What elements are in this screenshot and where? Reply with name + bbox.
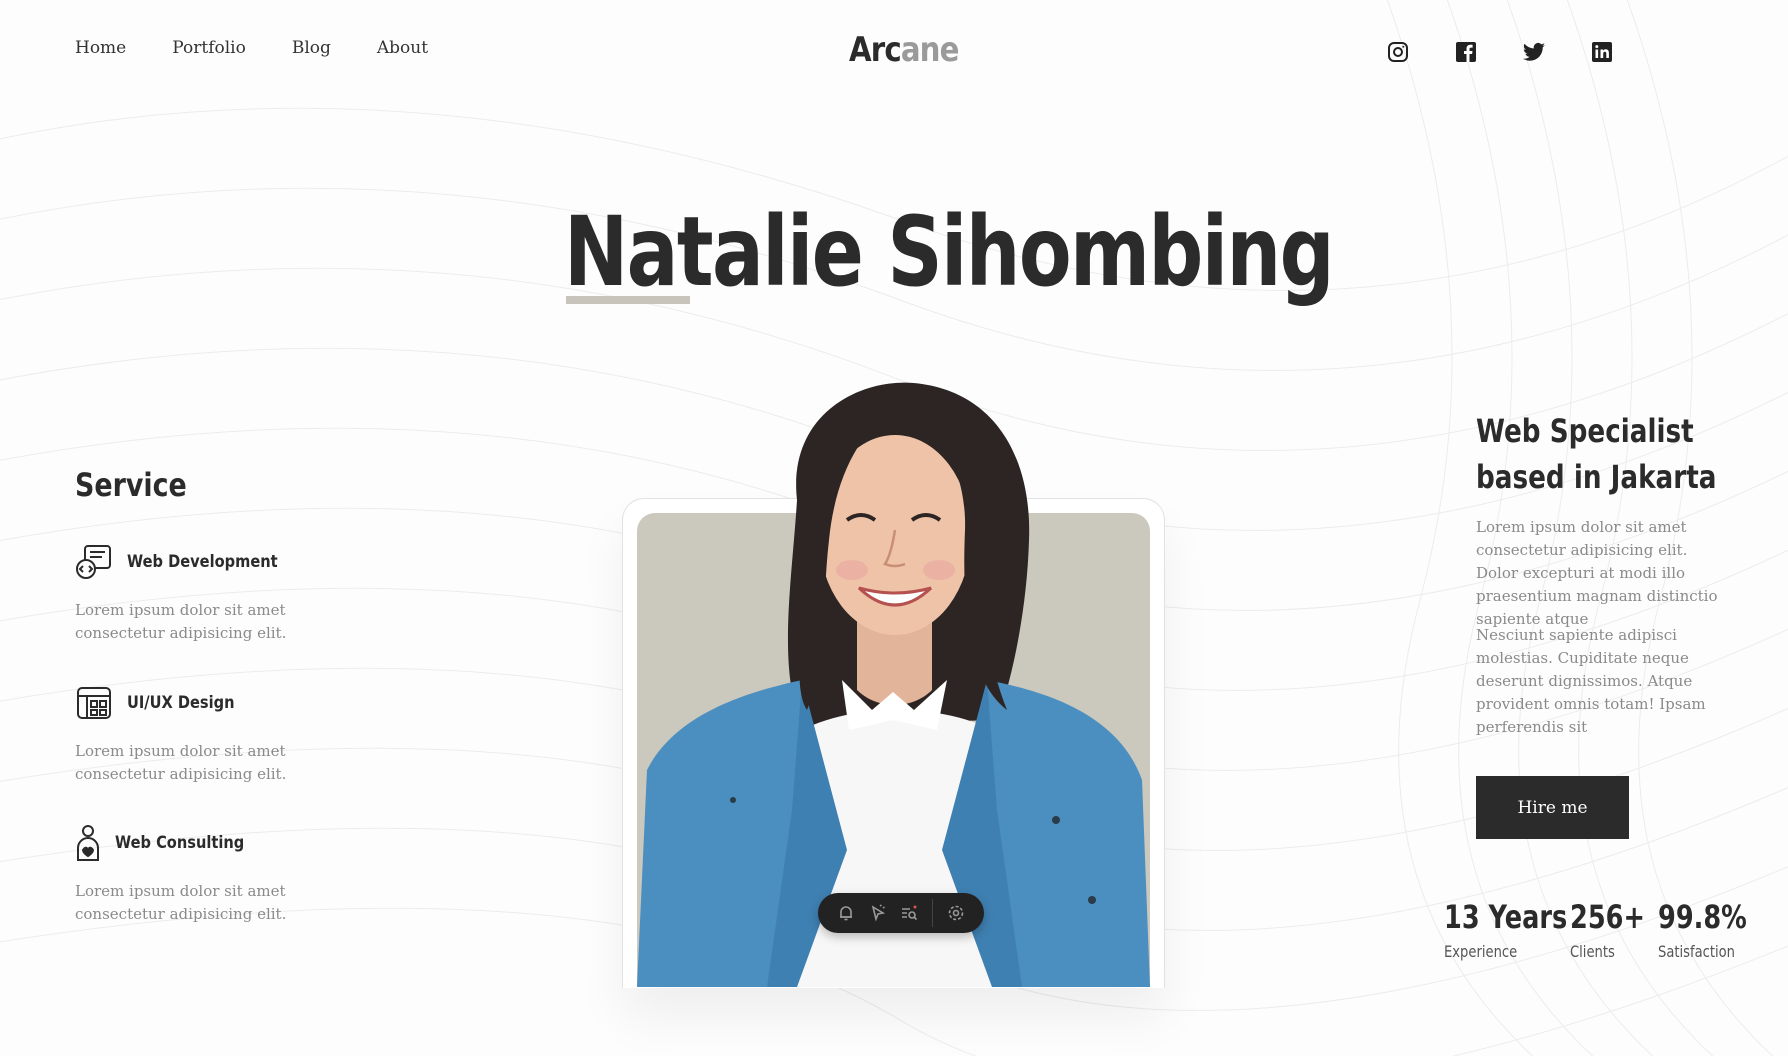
stat-label: Experience	[1444, 942, 1518, 961]
hire-me-button[interactable]: Hire me	[1476, 776, 1629, 839]
site-logo[interactable]: Arcane	[849, 30, 959, 70]
bell-icon[interactable]	[837, 904, 855, 922]
web-consulting-icon	[75, 824, 101, 862]
service-description: Lorem ipsum dolor sit amet consectetur a…	[75, 601, 287, 642]
linkedin-icon[interactable]	[1590, 40, 1614, 64]
specialist-title: Web Specialist based in Jakarta	[1476, 408, 1771, 500]
toolbar-divider	[932, 899, 934, 927]
main-nav: Home Portfolio Blog About	[75, 38, 428, 58]
service-item-web-development: Web Development Lorem ipsum dolor sit am…	[75, 543, 335, 645]
nav-about[interactable]: About	[377, 38, 428, 58]
instagram-icon[interactable]	[1386, 40, 1410, 64]
stat-clients: 256+ Clients	[1570, 898, 1664, 961]
hero-name: Natalie Sihombing	[564, 196, 1335, 308]
stat-value: 13 Years	[1444, 898, 1568, 936]
ui-ux-design-icon	[75, 684, 113, 722]
stat-satisfaction: 99.8% Satisfaction	[1658, 898, 1769, 961]
service-name: Web Development	[127, 552, 278, 572]
service-name: UI/UX Design	[127, 693, 235, 713]
floating-toolbar	[818, 893, 984, 933]
specialist-paragraph-2: Nesciunt sapiente adipisci molestias. Cu…	[1476, 626, 1706, 736]
service-item-ui-ux-design: UI/UX Design Lorem ipsum dolor sit amet …	[75, 684, 335, 786]
nav-home[interactable]: Home	[75, 38, 126, 58]
stat-value: 99.8%	[1658, 898, 1747, 936]
service-name: Web Consulting	[115, 833, 245, 853]
stat-label: Satisfaction	[1658, 942, 1736, 961]
logo-part-2: ane	[900, 30, 960, 70]
service-title: Service	[75, 466, 187, 504]
facebook-icon[interactable]	[1454, 40, 1478, 64]
service-item-web-consulting: Web Consulting Lorem ipsum dolor sit ame…	[75, 824, 335, 926]
twitter-icon[interactable]	[1522, 40, 1546, 64]
specialist-paragraph-1: Lorem ipsum dolor sit amet consectetur a…	[1476, 518, 1718, 628]
stat-label: Clients	[1570, 942, 1615, 961]
web-development-icon	[75, 543, 113, 581]
stat-value: 256+	[1570, 898, 1645, 936]
logo-part-1: Arc	[849, 30, 902, 70]
specialist-title-line-2: based in Jakarta	[1476, 458, 1717, 496]
social-links	[1386, 40, 1614, 64]
settings-icon[interactable]	[947, 904, 965, 922]
nav-blog[interactable]: Blog	[292, 38, 331, 58]
specialist-title-line-1: Web Specialist	[1476, 412, 1694, 450]
nav-portfolio[interactable]: Portfolio	[172, 38, 246, 58]
cursor-icon[interactable]	[869, 904, 887, 922]
service-description: Lorem ipsum dolor sit amet consectetur a…	[75, 742, 287, 783]
search-list-icon[interactable]	[900, 904, 918, 922]
service-description: Lorem ipsum dolor sit amet consectetur a…	[75, 882, 287, 923]
